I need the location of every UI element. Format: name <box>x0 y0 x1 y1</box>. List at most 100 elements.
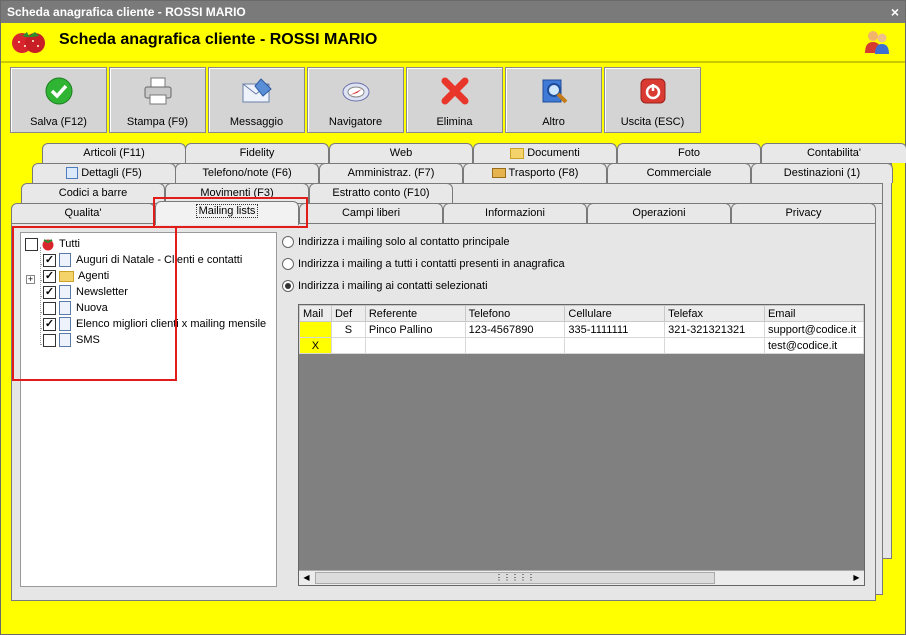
radio-option[interactable]: Indirizza i mailing ai contatti selezion… <box>282 278 488 294</box>
tab-label: Amministraz. (F7) <box>347 167 435 179</box>
tree-highlight <box>12 226 177 381</box>
cell-cellulare[interactable]: 335-1111111 <box>564 321 666 338</box>
tab-label: Foto <box>677 147 700 159</box>
more-label: Altro <box>542 116 565 128</box>
tab-web[interactable]: Web <box>329 143 473 163</box>
print-button[interactable]: Stampa (F9) <box>109 67 206 133</box>
tab-campi-liberi[interactable]: Campi liberi <box>299 203 443 223</box>
tab-label: Contabilita' <box>806 147 862 159</box>
radio-label: Indirizza i mailing solo al contatto pri… <box>298 236 510 248</box>
cell-referente[interactable]: Pinco Pallino <box>364 321 466 338</box>
search-book-icon <box>537 74 571 108</box>
exit-label: Uscita (ESC) <box>620 116 685 128</box>
radio-button[interactable] <box>282 258 294 270</box>
tab-label: Commerciale <box>646 167 712 179</box>
radio-button-selected[interactable] <box>282 280 294 292</box>
message-label: Messaggio <box>229 116 284 128</box>
tab-label: Codici a barre <box>58 187 128 199</box>
tab-contabilita[interactable]: Contabilita' <box>761 143 906 163</box>
header: Scheda anagrafica cliente - ROSSI MARIO <box>1 23 905 61</box>
tab-trasporto[interactable]: Trasporto (F8) <box>463 163 607 183</box>
tab-informazioni[interactable]: Informazioni <box>443 203 587 223</box>
cell-email[interactable]: test@codice.it <box>763 337 865 354</box>
tab-label: Fidelity <box>239 147 275 159</box>
message-button[interactable]: Messaggio <box>208 67 305 133</box>
tab-destinazioni[interactable]: Destinazioni (1) <box>751 163 893 183</box>
tab-dettagli[interactable]: Dettagli (F5) <box>32 163 176 183</box>
cell-cellulare[interactable] <box>564 337 666 354</box>
more-button[interactable]: Altro <box>505 67 602 133</box>
tab-operazioni[interactable]: Operazioni <box>587 203 731 223</box>
cell-telefax[interactable] <box>664 337 765 354</box>
tab-label: Documenti <box>527 147 580 159</box>
horizontal-scrollbar[interactable]: ◀ ⋮⋮⋮⋮⋮ ▶ <box>299 570 864 585</box>
customer-window: Scheda anagrafica cliente - ROSSI MARIO … <box>0 0 906 635</box>
delete-button[interactable]: Elimina <box>406 67 503 133</box>
tab-label: Dettagli (F5) <box>81 167 142 179</box>
page-title: Scheda anagrafica cliente - ROSSI MARIO <box>59 31 378 48</box>
tab-articoli[interactable]: Articoli (F11) <box>42 143 186 163</box>
cell-telefono[interactable]: 123-4567890 <box>464 321 566 338</box>
users-icon[interactable] <box>863 27 891 55</box>
toolbar: Salva (F12) Stampa (F9) Messaggio Naviga… <box>10 67 701 133</box>
tab-estratto-conto[interactable]: Estratto conto (F10) <box>309 183 453 203</box>
tab-label: Trasporto (F8) <box>508 167 579 179</box>
tab-label: Destinazioni (1) <box>783 167 861 179</box>
close-icon[interactable]: × <box>891 1 899 23</box>
contacts-grid[interactable]: Mail Def Referente Telefono Cellulare Te… <box>298 304 865 586</box>
radio-label: Indirizza i mailing ai contatti selezion… <box>298 280 488 292</box>
column-header[interactable]: Email <box>763 305 865 322</box>
printer-icon <box>141 74 175 108</box>
cell-def[interactable] <box>330 337 366 354</box>
column-header[interactable]: Telefax <box>664 305 765 322</box>
contacts-table: Mail Def Referente Telefono Cellulare Te… <box>299 305 865 354</box>
tab-qualita[interactable]: Qualita' <box>11 203 155 223</box>
tab-label: Campi liberi <box>341 207 401 219</box>
cell-mail[interactable] <box>299 321 332 338</box>
navigator-button[interactable]: Navigatore <box>307 67 404 133</box>
table-row[interactable]: S Pinco Pallino 123-4567890 335-1111111 … <box>299 321 865 338</box>
tab-label: Operazioni <box>632 207 686 219</box>
save-button[interactable]: Salva (F12) <box>10 67 107 133</box>
radio-label: Indirizza i mailing a tutti i contatti p… <box>298 258 565 270</box>
tab-highlight <box>153 197 308 228</box>
cell-mail[interactable]: X <box>299 337 332 354</box>
title-bar: Scheda anagrafica cliente - ROSSI MARIO … <box>1 1 905 23</box>
table-row[interactable]: X test@codice.it <box>299 337 865 354</box>
tab-label: Web <box>389 147 413 159</box>
cell-telefax[interactable]: 321-321321321 <box>664 321 765 338</box>
navigator-label: Navigatore <box>328 116 383 128</box>
exit-button[interactable]: Uscita (ESC) <box>604 67 701 133</box>
column-header[interactable]: Telefono <box>464 305 566 322</box>
tab-fidelity[interactable]: Fidelity <box>185 143 329 163</box>
cell-email[interactable]: support@codice.it <box>763 321 865 338</box>
tab-label: Privacy <box>785 207 822 219</box>
tab-foto[interactable]: Foto <box>617 143 761 163</box>
scroll-left-icon[interactable]: ◀ <box>300 572 313 584</box>
delete-x-icon <box>438 74 472 108</box>
cell-def[interactable]: S <box>330 321 366 338</box>
tab-documenti[interactable]: Documenti <box>473 143 617 163</box>
header-separator <box>1 61 905 63</box>
compass-icon <box>339 74 373 108</box>
strawberry-logo-icon <box>12 32 45 53</box>
cell-telefono[interactable] <box>464 337 566 354</box>
radio-option[interactable]: Indirizza i mailing solo al contatto pri… <box>282 234 510 250</box>
tab-telefono-note[interactable]: Telefono/note (F6) <box>175 163 319 183</box>
column-header[interactable]: Referente <box>364 305 466 322</box>
column-header[interactable]: Cellulare <box>564 305 666 322</box>
tab-amministrazione[interactable]: Amministraz. (F7) <box>319 163 463 183</box>
power-icon <box>636 74 670 108</box>
tab-label: Telefono/note (F6) <box>202 167 292 179</box>
scroll-thumb[interactable]: ⋮⋮⋮⋮⋮ <box>315 572 715 584</box>
radio-option[interactable]: Indirizza i mailing a tutti i contatti p… <box>282 256 565 272</box>
scroll-right-icon[interactable]: ▶ <box>850 572 863 584</box>
tab-codici-a-barre[interactable]: Codici a barre <box>21 183 165 203</box>
tab-privacy[interactable]: Privacy <box>731 203 876 223</box>
tab-commerciale[interactable]: Commerciale <box>607 163 751 183</box>
radio-button[interactable] <box>282 236 294 248</box>
column-header[interactable]: Def <box>330 305 366 322</box>
calendar-icon <box>66 167 79 180</box>
column-header[interactable]: Mail <box>299 305 332 322</box>
cell-referente[interactable] <box>364 337 466 354</box>
